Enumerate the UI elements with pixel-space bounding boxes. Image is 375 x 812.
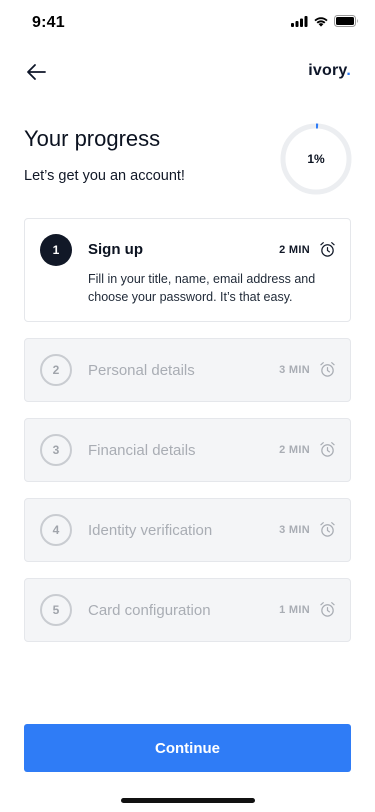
- step-duration: 3 MIN: [279, 524, 310, 536]
- step-number: 5: [40, 594, 72, 626]
- page-title: Your progress: [24, 126, 161, 151]
- step-sign-up[interactable]: 1 Sign up 2 MIN Fill in your title, name…: [24, 218, 351, 322]
- step-name: Card configuration: [88, 602, 211, 619]
- status-time: 9:41: [32, 14, 65, 31]
- step-personal-details: 2 Personal details 3 MIN: [24, 338, 351, 402]
- arrow-left-icon: [27, 64, 46, 80]
- step-description: Fill in your title, name, email address …: [88, 272, 316, 304]
- signal-icon: [291, 15, 308, 27]
- alarm-clock-icon: [320, 522, 335, 537]
- step-number: 1: [40, 234, 72, 266]
- top-bar: ivory.: [0, 56, 375, 88]
- page-subtitle: Let’s get you an account!: [24, 168, 185, 184]
- status-bar: 9:41: [0, 0, 375, 44]
- brand-dot: .: [346, 62, 351, 79]
- alarm-clock-icon: [320, 362, 335, 377]
- continue-button[interactable]: Continue: [24, 724, 351, 772]
- status-icons: [291, 15, 359, 27]
- brand-name: ivory: [308, 62, 347, 79]
- step-duration: 2 MIN: [279, 444, 310, 456]
- step-number: 3: [40, 434, 72, 466]
- step-number: 4: [40, 514, 72, 546]
- step-name: Sign up: [88, 241, 143, 258]
- step-financial-details: 3 Financial details 2 MIN: [24, 418, 351, 482]
- step-name: Personal details: [88, 362, 195, 379]
- home-indicator: [121, 798, 255, 803]
- step-card-configuration: 5 Card configuration 1 MIN: [24, 578, 351, 642]
- step-name: Financial details: [88, 442, 196, 459]
- progress-percent: 1%: [307, 152, 325, 166]
- wifi-icon: [314, 16, 328, 27]
- step-duration: 1 MIN: [279, 604, 310, 616]
- brand-logo: ivory.: [308, 62, 351, 80]
- alarm-clock-icon: [320, 602, 335, 617]
- step-number: 2: [40, 354, 72, 386]
- step-identity-verification: 4 Identity verification 3 MIN: [24, 498, 351, 562]
- alarm-clock-icon: [320, 442, 335, 457]
- step-duration: 2 MIN: [279, 244, 310, 256]
- alarm-clock-icon: [320, 242, 335, 257]
- battery-icon: [334, 15, 358, 27]
- step-duration: 3 MIN: [279, 364, 310, 376]
- step-name: Identity verification: [88, 522, 213, 539]
- back-button[interactable]: [22, 60, 50, 84]
